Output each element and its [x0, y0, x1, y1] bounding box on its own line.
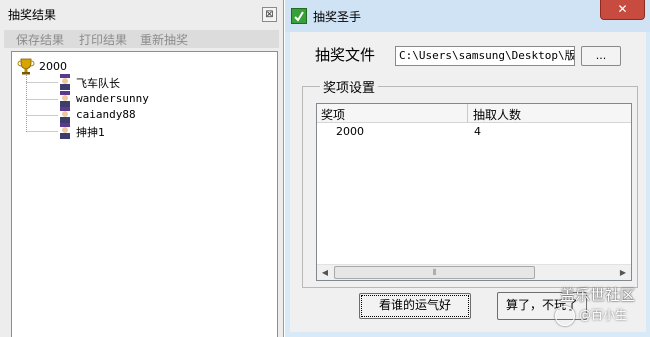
column-header-count[interactable]: 抽取人数: [473, 106, 521, 123]
person-icon: [60, 74, 70, 90]
lottery-app-window: 抽奖圣手 ✕ 抽奖文件 C:\Users\samsung\Desktop\版块 …: [285, 0, 650, 337]
scroll-right-icon[interactable]: ▶: [615, 265, 631, 281]
file-label: 抽奖文件: [315, 46, 376, 64]
menu-bar: 保存结果 打印结果 重新抽奖: [4, 30, 279, 48]
table-row[interactable]: 2000 4: [317, 124, 631, 140]
scroll-thumb[interactable]: ⦀: [334, 266, 535, 279]
scroll-left-icon[interactable]: ◀: [317, 265, 333, 281]
person-icon: [60, 107, 70, 123]
menu-save-results[interactable]: 保存结果: [16, 31, 64, 48]
window-title: 抽奖结果: [8, 8, 57, 22]
prize-cell: 2000: [336, 125, 364, 138]
tree-root-prize[interactable]: 2000: [39, 60, 67, 73]
browse-button[interactable]: ...: [581, 46, 621, 66]
count-cell: 4: [474, 125, 481, 138]
title-bar: 抽奖圣手 ✕: [285, 0, 650, 32]
column-header-prize[interactable]: 奖项: [321, 106, 345, 123]
draw-button[interactable]: 看谁的运气好: [359, 293, 471, 319]
list-header: 奖项 抽取人数: [317, 104, 631, 123]
tree-connectors: [26, 75, 58, 132]
results-tree[interactable]: 2000 飞车队长 wandersunny caiandy88 抻抻1: [11, 51, 278, 337]
close-button[interactable]: ⊠: [262, 7, 277, 22]
menu-print-results[interactable]: 打印结果: [79, 31, 127, 48]
group-title: 奖项设置: [320, 77, 379, 96]
watermark: 盖乐世社区 @百小生: [555, 284, 647, 334]
watermark-handle: @百小生: [579, 308, 628, 322]
app-icon: [291, 8, 307, 24]
trophy-icon: [17, 58, 35, 75]
tree-winner[interactable]: 抻抻1: [76, 124, 105, 140]
close-button[interactable]: ✕: [600, 0, 645, 20]
horizontal-scrollbar[interactable]: ◀ ⦀ ▶: [317, 264, 631, 280]
tree-winner[interactable]: 飞车队长: [76, 75, 120, 91]
file-path-field[interactable]: C:\Users\samsung\Desktop\版块: [395, 46, 575, 66]
lottery-results-window: 抽奖结果 ⊠ 保存结果 打印结果 重新抽奖 2000 飞车队长 wandersu…: [0, 0, 284, 337]
weibo-logo-icon: [555, 306, 575, 326]
watermark-text: 盖乐世社区: [560, 286, 636, 304]
tree-winner[interactable]: wandersunny: [76, 92, 149, 105]
column-divider[interactable]: [467, 104, 468, 123]
person-icon: [60, 123, 70, 139]
tree-winner[interactable]: caiandy88: [76, 108, 136, 121]
menu-redraw[interactable]: 重新抽奖: [140, 31, 188, 48]
prize-list[interactable]: 奖项 抽取人数 2000 4 ◀ ⦀ ▶: [316, 103, 632, 281]
person-icon: [60, 91, 70, 107]
window-title: 抽奖圣手: [313, 10, 362, 24]
